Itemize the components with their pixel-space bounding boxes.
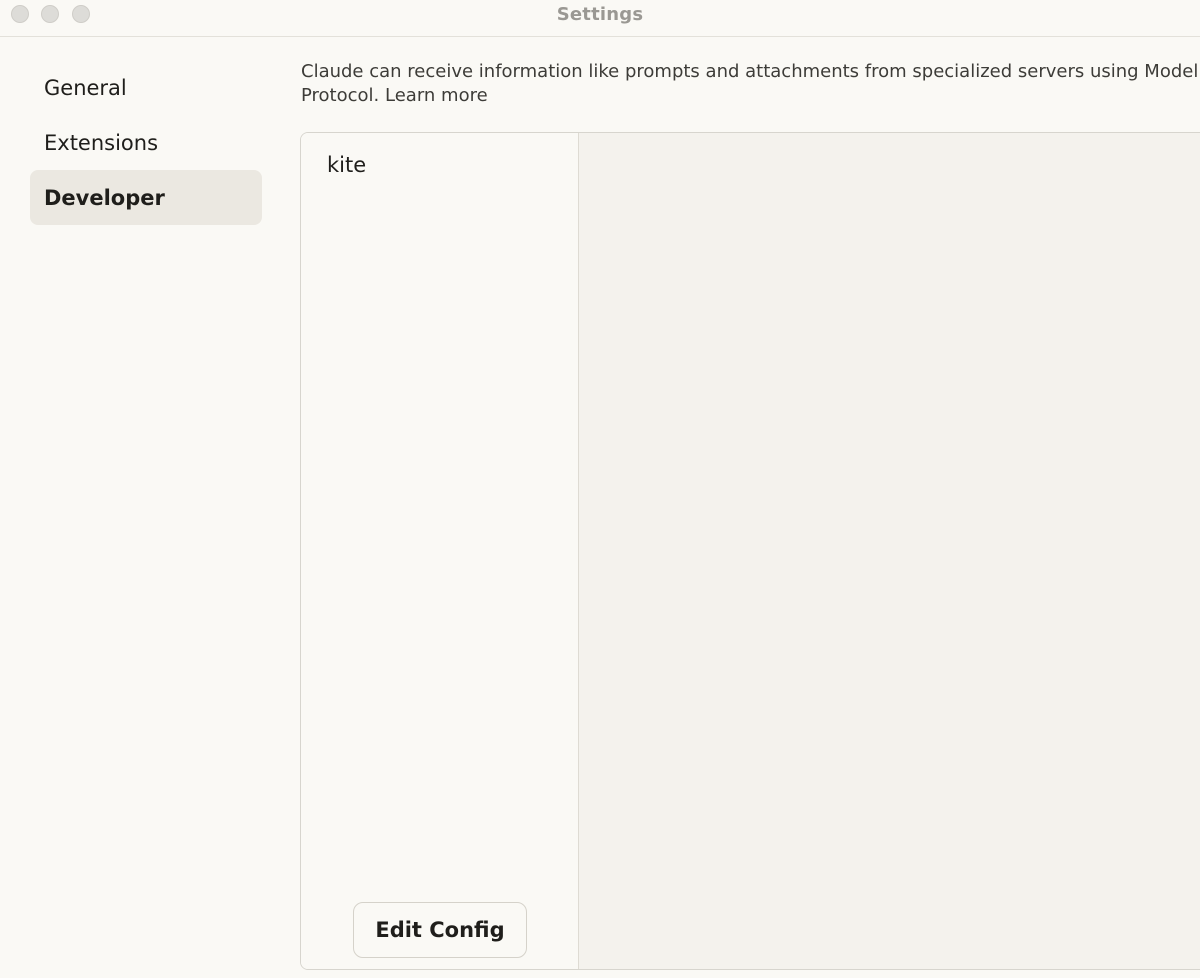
server-list-item[interactable]: kite <box>327 153 366 177</box>
window-title: Settings <box>556 4 644 25</box>
mcp-server-panel: kite Edit Config <box>300 132 1200 970</box>
learn-more-link[interactable]: Learn more <box>385 85 488 106</box>
settings-sidebar: General Extensions Developer <box>30 60 262 225</box>
edit-config-button[interactable]: Edit Config <box>353 902 527 958</box>
sidebar-item-label: General <box>44 75 127 100</box>
settings-window: Settings General Extensions Developer Cl… <box>0 0 1200 978</box>
sidebar-item-label: Extensions <box>44 130 159 155</box>
sidebar-item-label: Developer <box>44 185 165 210</box>
sidebar-item-developer[interactable]: Developer <box>30 170 262 225</box>
sidebar-item-general[interactable]: General <box>30 60 262 115</box>
sidebar-item-extensions[interactable]: Extensions <box>30 115 262 170</box>
server-detail-pane <box>579 133 1200 969</box>
titlebar: Settings <box>0 0 1200 37</box>
server-list: kite Edit Config <box>301 133 579 969</box>
mcp-description: Claude can receive information like prom… <box>301 60 1200 108</box>
